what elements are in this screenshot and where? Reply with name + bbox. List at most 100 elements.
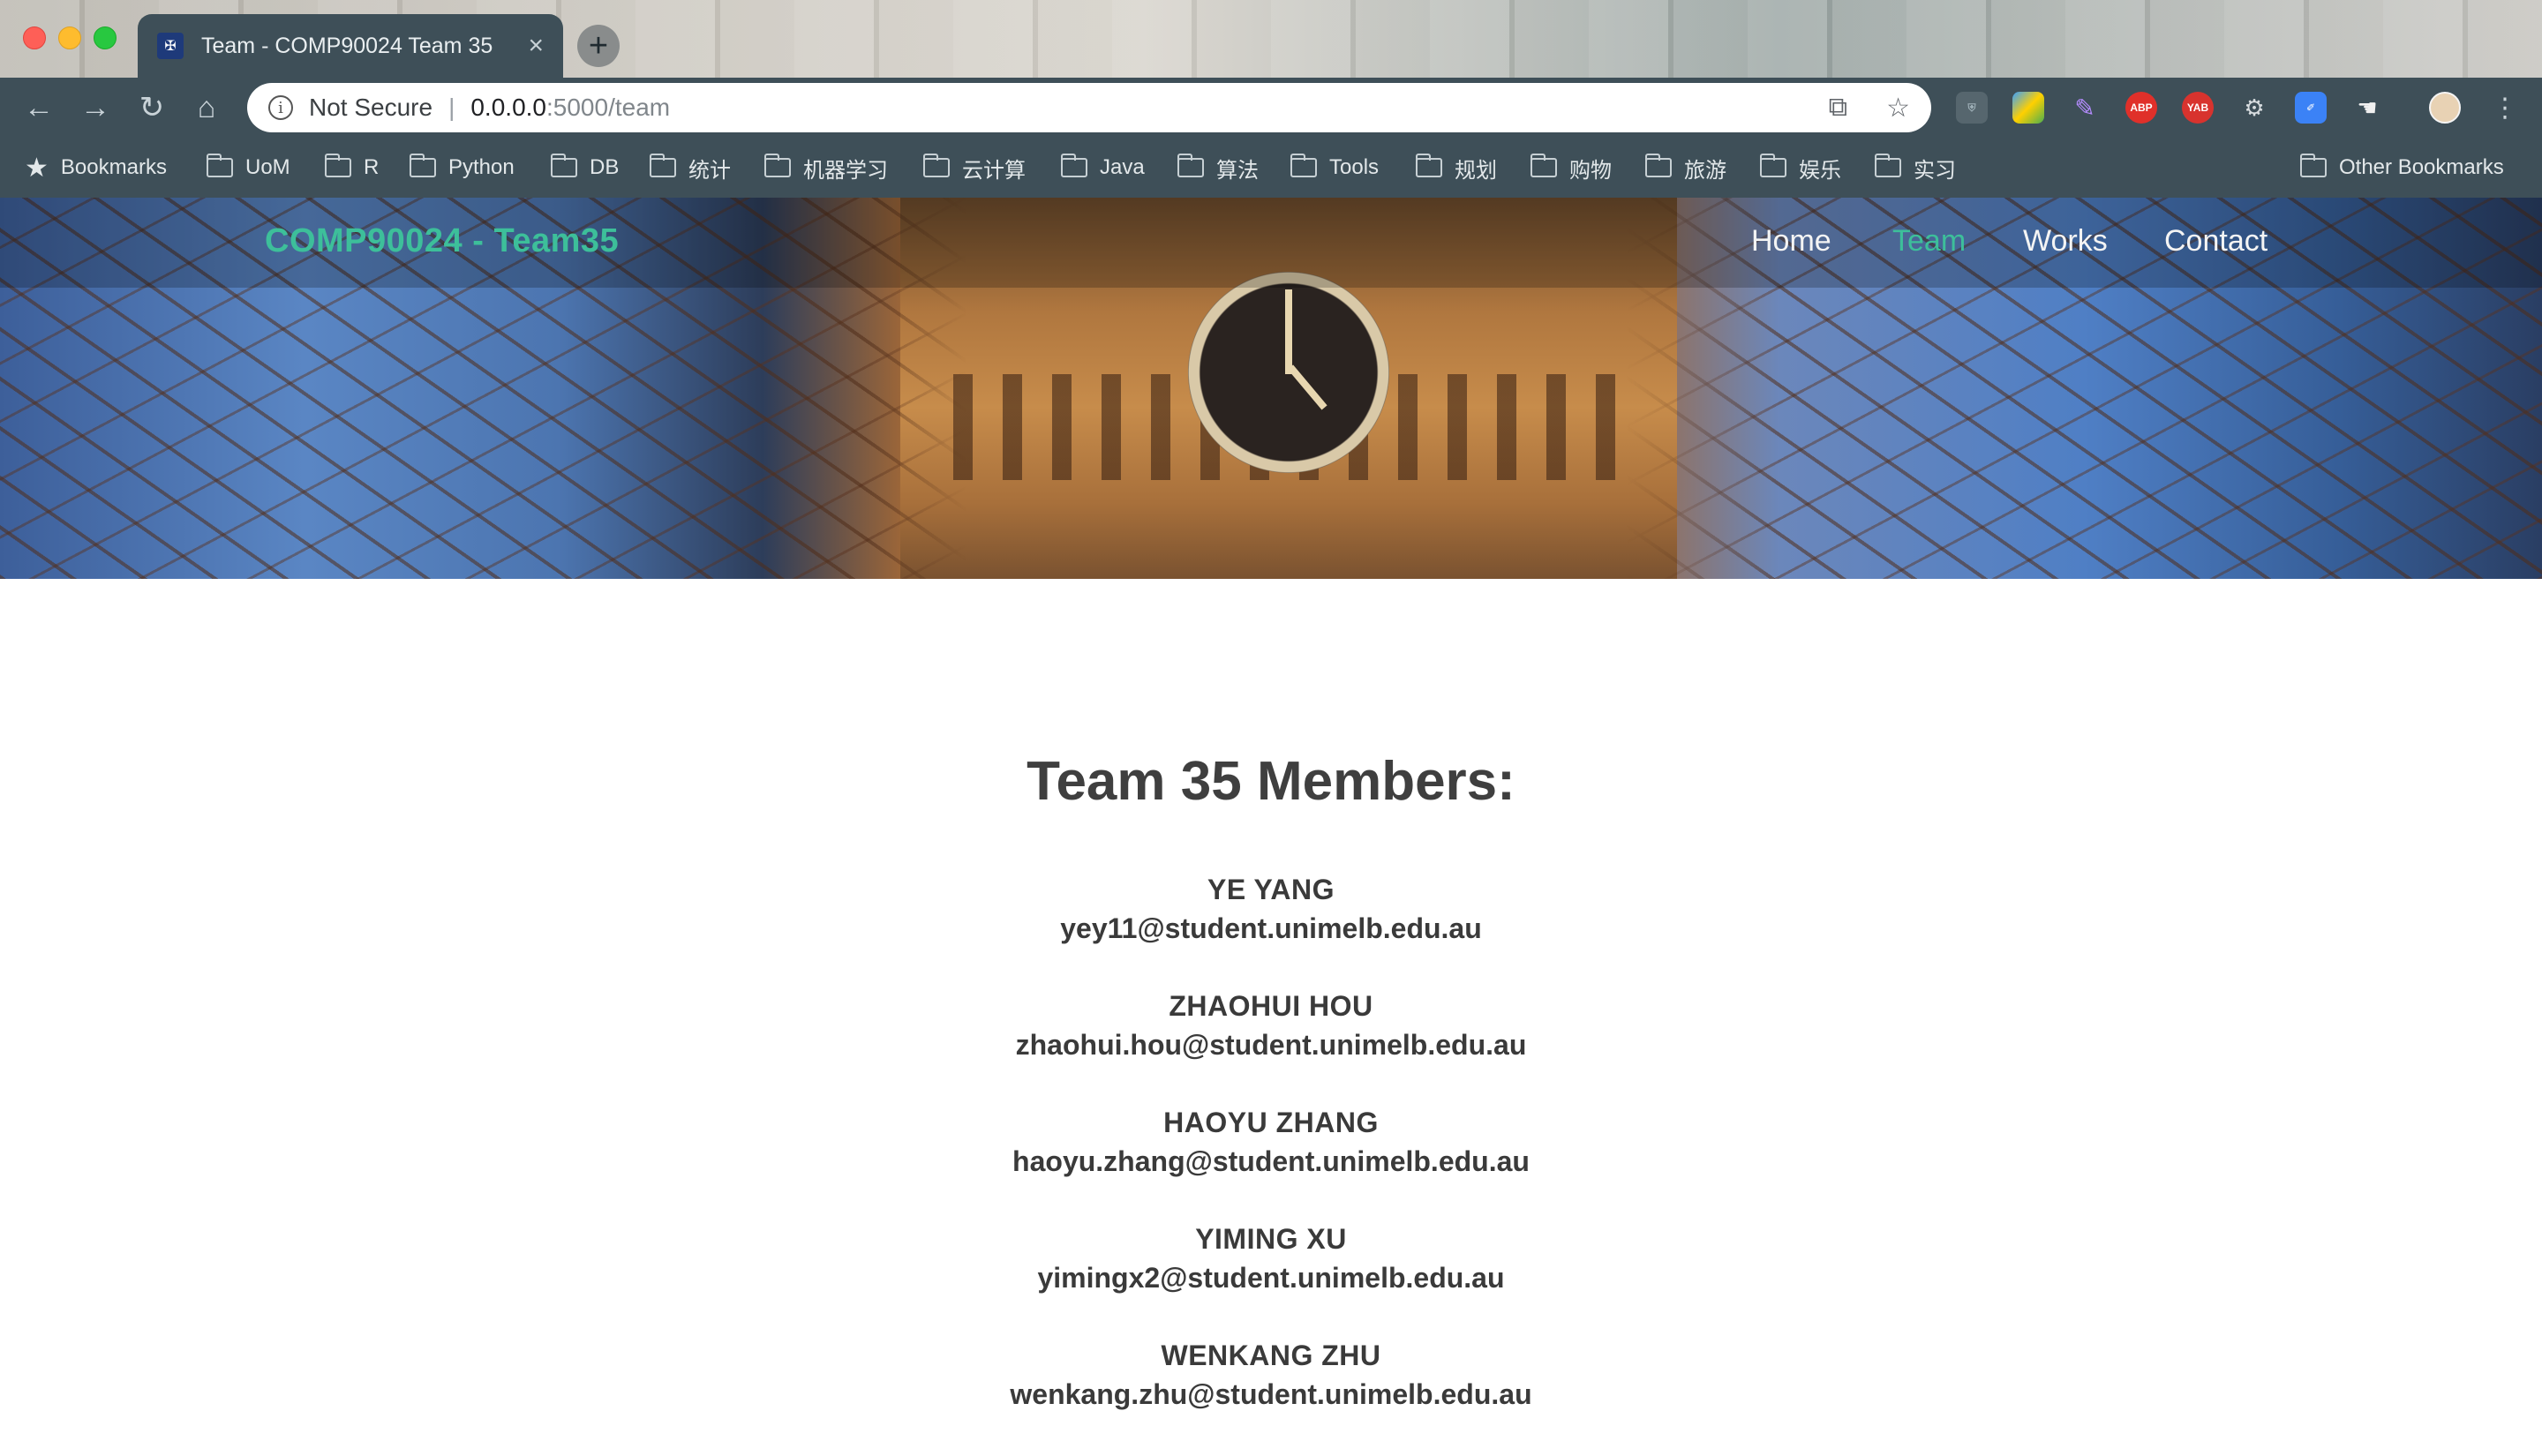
nav-contact[interactable]: Contact [2164,224,2267,259]
home-icon[interactable]: ⌂ [187,88,226,127]
bookmark-folder-label: 旅游 [1684,158,1726,183]
bookmark-folder-internship[interactable]: 实习 [1875,138,1956,198]
member-email: yey11@student.unimelb.edu.au [1060,912,1482,944]
info-icon[interactable]: i [268,95,293,120]
menu-kebab-icon[interactable]: ⋮ [2486,88,2524,127]
member-email: haoyu.zhang@student.unimelb.edu.au [1012,1145,1530,1177]
member-card: HAOYU ZHANG haoyu.zhang@student.unimelb.… [0,1103,2542,1181]
back-arrow-icon[interactable]: ← [19,88,58,127]
reload-icon[interactable]: ↻ [132,88,171,127]
forward-arrow-icon[interactable]: → [76,88,115,127]
translate-icon[interactable]: ⧉ [1829,93,1847,124]
bookmark-folder-shopping[interactable]: 购物 [1530,138,1612,198]
member-card: YIMING XU yimingx2@student.unimelb.edu.a… [0,1220,2542,1297]
site-brand[interactable]: COMP90024 - Team35 [265,222,619,260]
bookmark-folder-label: 统计 [688,158,731,183]
nav-home[interactable]: Home [1751,224,1831,259]
bookmark-folder-travel[interactable]: 旅游 [1645,138,1726,198]
member-name: WENKANG ZHU [1161,1340,1381,1371]
folder-icon [1645,154,1672,177]
bookmark-folder-label: UoM [245,155,290,179]
bookmark-folder-r[interactable]: R [325,138,379,198]
new-tab-button[interactable]: + [577,25,620,67]
page-title: Team 35 Members: [1027,751,1515,812]
bookmark-folder-label: Tools [1329,155,1380,179]
bookmark-folder-cloud[interactable]: 云计算 [923,138,1026,198]
folder-icon [551,154,577,177]
bookmark-folder-label: 购物 [1569,158,1612,183]
university-crest-icon: ✠ [157,33,184,59]
browser-toolbar: ← → ↻ ⌂ i Not Secure | 0.0.0.0:5000/team… [0,78,2542,138]
bookmark-folder-db[interactable]: DB [551,138,619,198]
bookmark-folder-label: Java [1100,155,1145,179]
bookmarks-star-icon: ★ [25,153,49,183]
folder-icon [1416,154,1442,177]
bookmark-folder-label: R [364,155,380,179]
hand-extension-icon[interactable]: ☚ [2351,92,2383,124]
bookmark-folder-plan[interactable]: 规划 [1416,138,1497,198]
member-email: yimingx2@student.unimelb.edu.au [1037,1262,1505,1294]
bookmark-folder-tools[interactable]: Tools [1290,138,1379,198]
adblock-plus-icon[interactable]: ABP [2125,92,2157,124]
bookmark-star-icon[interactable]: ☆ [1886,93,1910,124]
folder-icon [650,154,676,177]
bookmark-folder-uom[interactable]: UoM [207,138,290,198]
bookmark-folder-stats[interactable]: 统计 [650,138,731,198]
nav-works[interactable]: Works [2023,224,2108,259]
nav-team[interactable]: Team [1892,224,1966,259]
folder-icon [1760,154,1786,177]
bookmark-folder-algo[interactable]: 算法 [1177,138,1259,198]
yab-extension-icon[interactable]: YAB [2182,92,2214,124]
address-bar[interactable]: i Not Secure | 0.0.0.0:5000/team ⧉ ☆ [247,83,1931,132]
blue-pen-extension-icon[interactable]: ✐ [2295,92,2327,124]
folder-icon [1061,154,1087,177]
colorful-extension-icon[interactable] [2012,92,2044,124]
security-status: Not Secure [309,94,433,121]
bookmark-folder-label: Python [448,155,515,179]
bookmarks-root[interactable]: ★ Bookmarks [25,138,167,198]
bookmark-folder-label: 云计算 [962,158,1026,183]
bookmark-folder-entertainment[interactable]: 娱乐 [1760,138,1841,198]
bookmark-folder-python[interactable]: Python [410,138,515,198]
url-separator: | [448,94,455,121]
bookmark-folder-ml[interactable]: 机器学习 [764,138,888,198]
tab-title: Team - COMP90024 Team 35 [201,33,493,58]
bookmark-folder-label: 娱乐 [1799,158,1841,183]
member-email: wenkang.zhu@student.unimelb.edu.au [1010,1378,1532,1410]
bookmark-folder-label: 实习 [1914,158,1956,183]
shield-extension-icon[interactable]: ⛨ [1956,92,1988,124]
close-window-button[interactable] [23,26,46,49]
folder-icon [1875,154,1901,177]
bookmark-folder-label: 算法 [1216,158,1259,183]
url-path: :5000/team [546,94,671,121]
folder-icon [325,154,351,177]
folder-icon [764,154,791,177]
member-card: ZHAOHUI HOU zhaohui.hou@student.unimelb.… [0,987,2542,1064]
main-content: Team 35 Members: YE YANG yey11@student.u… [0,579,2542,1456]
folder-icon [1177,154,1204,177]
close-tab-icon[interactable]: × [528,31,544,61]
folder-icon [2300,154,2327,177]
other-bookmarks-label: Other Bookmarks [2339,155,2504,179]
bookmarks-root-label: Bookmarks [60,155,167,179]
folder-icon [1290,154,1317,177]
profile-avatar[interactable] [2429,92,2461,124]
bookmark-folder-java[interactable]: Java [1061,138,1145,198]
browser-tab[interactable]: ✠ Team - COMP90024 Team 35 × [138,14,563,78]
bookmark-folder-label: 规划 [1455,158,1497,183]
translate-extension-icon[interactable]: ⚙ [2238,92,2270,124]
folder-icon [410,154,436,177]
fullscreen-window-button[interactable] [94,26,117,49]
bookmarks-bar: ★ Bookmarks UoM R Python DB 统计 机器学习 云计算 … [0,138,2542,198]
member-email: zhaohui.hou@student.unimelb.edu.au [1015,1029,1527,1061]
bookmark-folder-label: 机器学习 [803,158,888,183]
feather-extension-icon[interactable]: ✎ [2069,92,2101,124]
other-bookmarks[interactable]: Other Bookmarks [2300,138,2504,198]
folder-icon [923,154,950,177]
site-navbar: COMP90024 - Team35 Home Team Works Conta… [0,198,2542,288]
member-name: ZHAOHUI HOU [1169,990,1373,1022]
folder-icon [207,154,233,177]
hero-banner: COMP90024 - Team35 Home Team Works Conta… [0,198,2542,579]
minimize-window-button[interactable] [58,26,81,49]
tab-strip: ✠ Team - COMP90024 Team 35 × + [0,0,2542,78]
